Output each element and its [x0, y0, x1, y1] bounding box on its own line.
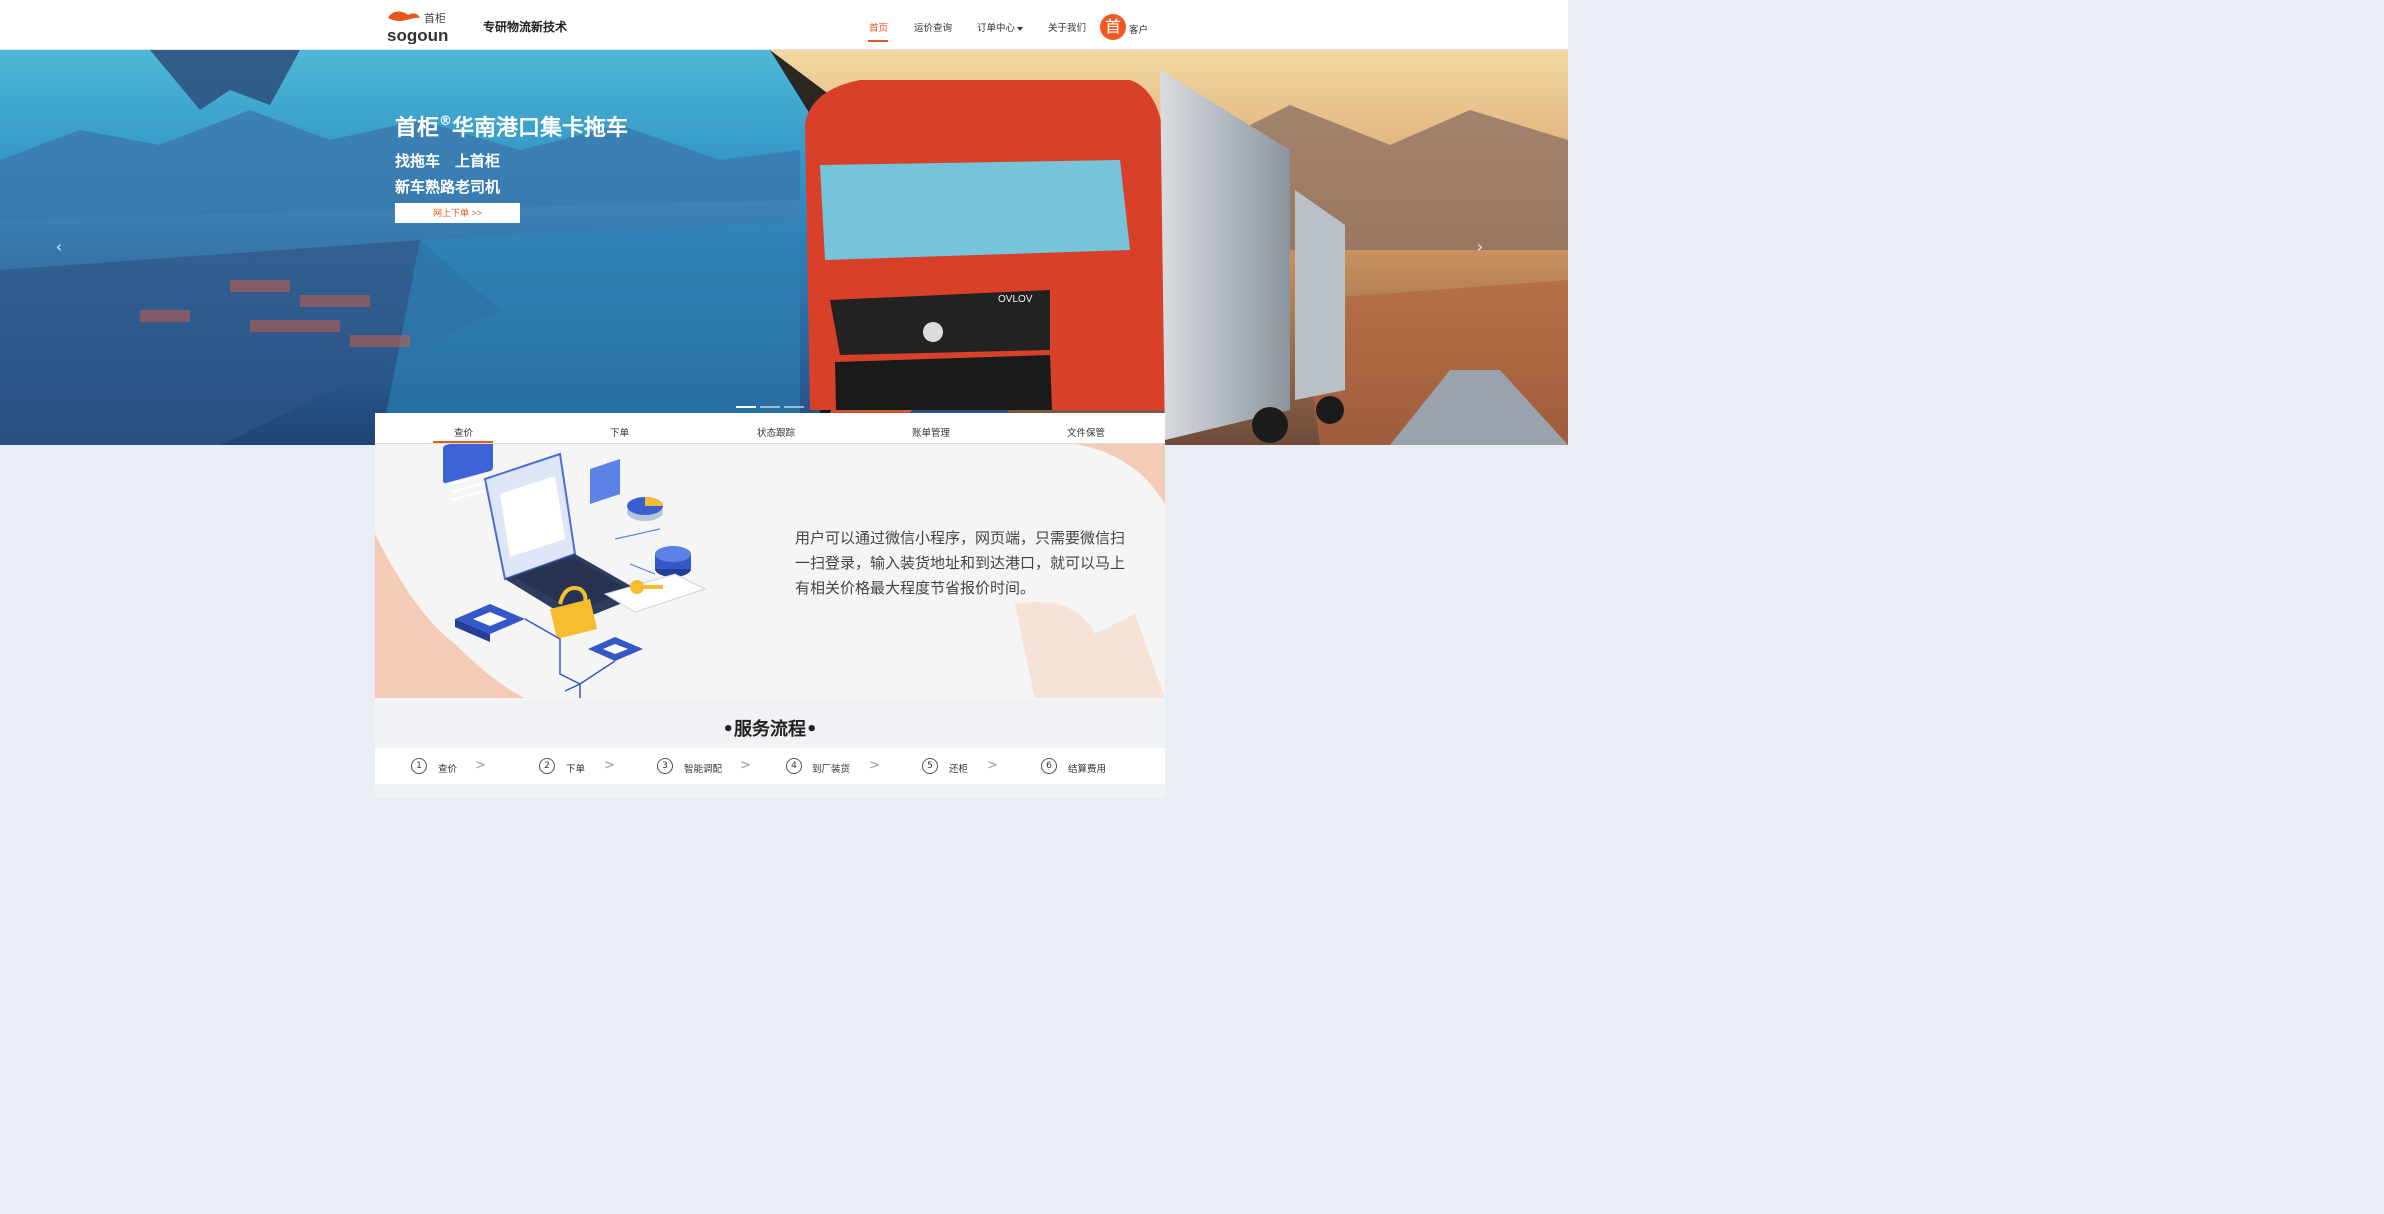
step-label: 智能调配 [684, 764, 723, 775]
step-number: 4 [786, 758, 802, 774]
step-arrow-icon: > [869, 758, 880, 773]
step-arrow-icon: > [987, 758, 998, 773]
step-label: 到厂装货 [812, 764, 851, 775]
nav-home[interactable]: 首页 [869, 20, 888, 34]
tab-order[interactable]: 下单 [610, 425, 629, 439]
user-label[interactable]: 客户 [1129, 22, 1148, 36]
logo-en-text: sogoun [387, 26, 448, 44]
step-number: 3 [657, 758, 673, 774]
chevron-down-icon [1017, 26, 1024, 31]
service-flow: •服务流程• 1 查价 > 2 下单 > 3 智能调配 > 4 到厂装货 > 5… [375, 701, 1165, 798]
step-label: 结算费用 [1068, 764, 1107, 775]
carousel-indicator-1[interactable] [736, 406, 756, 408]
svg-text:OVLOV: OVLOV [998, 294, 1033, 305]
top-header: 首柜 sogoun 专研物流新技术 首页 运价查询 订单中心 关于我们 首 客户 [0, 0, 1568, 50]
tab-bill-management[interactable]: 账单管理 [912, 425, 950, 439]
hero-title: 首柜®华南港口集卡拖车 [395, 110, 628, 142]
step-number: 2 [539, 758, 555, 774]
hero-carousel: OVLOV 首柜®华南港口集卡拖车 找拖车 上首柜 新车熟路老司机 网上下单 >… [0, 50, 1568, 445]
price-description: 用户可以通过微信小程序，网页端，只需要微信扫一扫登录，输入装货地址和到达港口，就… [795, 529, 1126, 597]
flow-steps: 1 查价 > 2 下单 > 3 智能调配 > 4 到厂装货 > 5 还柜 > 6… [375, 748, 1165, 784]
logo-bird-icon [388, 11, 420, 22]
tab-status-tracking[interactable]: 状态跟踪 [757, 425, 795, 439]
hero-background-image: OVLOV [0, 50, 1568, 445]
step-arrow-icon: > [604, 758, 615, 773]
registered-mark: ® [439, 114, 453, 129]
carousel-next-icon[interactable]: › [1472, 238, 1488, 256]
step-label: 下单 [566, 764, 586, 775]
tab-content-price: 用户可以通过微信小程序，网页端，只需要微信扫一扫登录，输入装货地址和到达港口，就… [375, 444, 1165, 698]
carousel-prev-icon[interactable]: ‹ [51, 238, 67, 256]
logo-cn-text: 首柜 [424, 11, 446, 25]
nav-order-center[interactable]: 订单中心 [977, 20, 1024, 34]
tab-active-underline [433, 441, 493, 443]
carousel-indicator-3[interactable] [784, 406, 804, 408]
step-number: 1 [411, 758, 427, 774]
step-number: 6 [1041, 758, 1057, 774]
carousel-indicator-2[interactable] [760, 406, 780, 408]
step-arrow-icon: > [740, 758, 751, 773]
nav-about[interactable]: 关于我们 [1048, 20, 1086, 34]
tab-file-storage[interactable]: 文件保管 [1067, 425, 1105, 439]
sogoun-logo[interactable]: 首柜 sogoun [386, 8, 460, 44]
user-avatar[interactable]: 首 [1100, 14, 1126, 40]
nav-order-center-label: 订单中心 [977, 23, 1016, 34]
tab-price[interactable]: 查价 [454, 425, 473, 439]
slogan: 专研物流新技术 [483, 20, 568, 34]
hero-title-brand: 首柜 [395, 116, 440, 141]
nav-price-query[interactable]: 运价查询 [914, 20, 952, 34]
order-online-button[interactable]: 网上下单 >> [395, 203, 520, 223]
hero-tagline-2: 新车熟路老司机 [395, 178, 501, 196]
flow-title: •服务流程• [722, 719, 818, 740]
hero-tagline-1: 找拖车 上首柜 [395, 152, 501, 170]
nav-active-underline [868, 40, 888, 42]
hero-title-rest: 华南港口集卡拖车 [452, 116, 629, 141]
step-arrow-icon: > [475, 758, 486, 773]
step-label: 查价 [438, 764, 458, 775]
step-label: 还柜 [949, 764, 969, 775]
service-tabs: 查价 下单 状态跟踪 账单管理 文件保管 [375, 413, 1165, 444]
step-number: 5 [922, 758, 938, 774]
service-panel: 查价 下单 状态跟踪 账单管理 文件保管 用户可以通过微信小程序，网页端，只需要… [375, 413, 1165, 798]
